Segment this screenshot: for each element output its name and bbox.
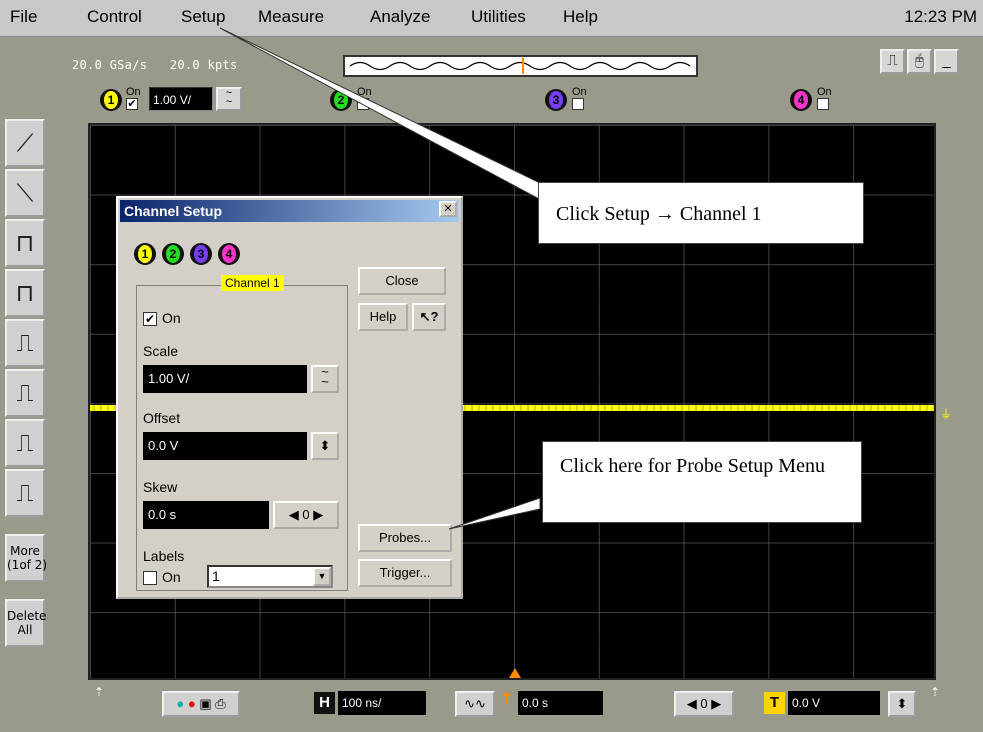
close-icon[interactable]: ✕ [439, 201, 457, 217]
labels-combo[interactable]: 1 ▼ [207, 565, 333, 588]
chevron-down-icon[interactable]: ▼ [313, 567, 331, 586]
menu-analyze[interactable]: Analyze [370, 7, 430, 27]
delay-field[interactable]: 0.0 s [518, 691, 603, 715]
skew-field[interactable]: 0.0 s [143, 501, 269, 529]
channel-1-scale-spinner[interactable]: ~ ~ [216, 87, 242, 111]
acquisition-status: 20.0 GSa/s 20.0 kpts [72, 58, 238, 72]
more-button[interactable]: More (1of 2) [5, 534, 47, 582]
waveform-overview[interactable] [343, 55, 698, 77]
menu-setup[interactable]: Setup [181, 7, 225, 27]
channel-3-badge[interactable]: 3 [545, 89, 567, 111]
stop-icon[interactable]: ● [188, 696, 196, 711]
scale-field[interactable]: 1.00 V/ [143, 365, 307, 393]
dialog-title: Channel Setup [120, 200, 459, 222]
delete-all-button[interactable]: Delete All [5, 599, 46, 647]
menu-control[interactable]: Control [87, 7, 142, 27]
labels-on-label: On [162, 569, 181, 585]
runt-trigger-icon[interactable]: ⎍ [5, 319, 45, 367]
channel-3-select[interactable]: 3 [190, 243, 212, 265]
run-controls: ● ● ▣ ⎙ [162, 691, 240, 717]
menu-utilities[interactable]: Utilities [471, 7, 526, 27]
help-button[interactable]: Help [358, 303, 408, 331]
pulse-width-trigger-icon[interactable]: ⊓ [5, 219, 45, 267]
menu-help[interactable]: Help [563, 7, 598, 27]
channel-4-select[interactable]: 4 [218, 243, 240, 265]
falling-edge-trigger-icon[interactable]: ⟍ [5, 169, 45, 217]
image-icon[interactable]: ▣ [199, 696, 211, 711]
channel-4-badge[interactable]: 4 [790, 89, 812, 111]
probes-button[interactable]: Probes... [358, 524, 452, 552]
mouse-icon[interactable]: 🖰 [907, 49, 932, 74]
offset-field[interactable]: 0.0 V [143, 432, 307, 460]
whats-this-icon[interactable]: ↖? [412, 303, 446, 331]
offset-label: Offset [143, 410, 181, 426]
channel-1-scale[interactable]: 1.00 V/ [149, 87, 213, 111]
arrow-up-icon[interactable]: ⇡ [930, 685, 940, 699]
timebase-field[interactable]: 100 ns/ [338, 691, 426, 715]
ground-reference-icon[interactable]: ⏚ [940, 405, 952, 422]
channel-4-on-toggle[interactable]: On [817, 86, 832, 110]
scale-spinner[interactable]: ~ ~ [311, 365, 339, 393]
on-checkbox[interactable]: ✔ [143, 312, 157, 326]
arrow-up-icon[interactable]: ⇡ [94, 685, 104, 699]
trigger-button[interactable]: Trigger... [358, 559, 452, 587]
channel-1-badge[interactable]: 1 [100, 89, 122, 111]
horizontal-bar: ⇡ ● ● ▣ ⎙ H 100 ns/ ∿∿ ⇡ 0.0 s ◀ 0 ▶ T 0… [88, 685, 983, 723]
minimize-button[interactable]: _ [934, 49, 959, 74]
delay-stepper[interactable]: ◀ 0 ▶ [674, 691, 734, 717]
channel-2-select[interactable]: 2 [162, 243, 184, 265]
menu-bar: File Control Setup Measure Analyze Utili… [0, 0, 983, 37]
offset-spinner[interactable]: ⬍ [311, 432, 339, 460]
glitch-trigger-icon[interactable]: ⊓ [5, 269, 45, 317]
trigger-position-marker[interactable] [509, 668, 521, 678]
rising-edge-trigger-icon[interactable]: ⟋ [5, 119, 45, 167]
channel-bar: 1 On ✔ 1.00 V/ ~ ~ 2 On 3 On 4 On [95, 83, 975, 119]
menu-file[interactable]: File [10, 7, 37, 27]
run-icon[interactable]: ● [176, 696, 184, 711]
timeout-trigger-icon[interactable]: ⎍ [5, 469, 45, 517]
timebase-spinner[interactable]: ∿∿ [455, 691, 495, 717]
on-label: On [162, 310, 181, 326]
menu-measure[interactable]: Measure [258, 7, 324, 27]
channel-setup-dialog: Channel Setup ✕ 1 2 3 4 Channel 1 ✔ On S… [116, 196, 463, 599]
trigger-level-field[interactable]: 0.0 V [788, 691, 880, 715]
labels-on-checkbox[interactable] [143, 571, 157, 585]
memory-depth: 20.0 kpts [169, 58, 238, 72]
horizontal-badge[interactable]: H [314, 692, 335, 714]
skew-stepper[interactable]: ◀ 0 ▶ [273, 501, 339, 529]
skew-label: Skew [143, 479, 178, 495]
channel-1-on-toggle[interactable]: On ✔ [126, 86, 141, 110]
probes-callout: Click here for Probe Setup Menu [542, 441, 862, 523]
trigger-delay-icon: ⇡ [500, 691, 514, 708]
setup-hold-trigger-icon[interactable]: ⎍ [5, 369, 45, 417]
channel-group: Channel 1 ✔ On Scale 1.00 V/ ~ ~ Offset 0… [136, 275, 348, 591]
trigger-badge[interactable]: T [764, 692, 785, 714]
sample-rate: 20.0 GSa/s [72, 58, 148, 72]
channel-3-on-toggle[interactable]: On [572, 86, 587, 110]
group-title: Channel 1 [221, 275, 284, 291]
pulse-icon[interactable]: ⎍ [880, 49, 905, 74]
print-icon[interactable]: ⎙ [215, 696, 225, 711]
channel-2-badge[interactable]: 2 [330, 89, 352, 111]
channel-2-on-toggle[interactable]: On [357, 86, 372, 110]
setup-callout: Click Setup → Channel 1 [538, 182, 864, 244]
trigger-level-spinner[interactable]: ⬍ [888, 691, 916, 717]
channel-1-select[interactable]: 1 [134, 243, 156, 265]
scale-label: Scale [143, 343, 179, 359]
labels-label: Labels [143, 548, 185, 564]
check-icon: ✔ [126, 98, 138, 110]
transition-trigger-icon[interactable]: ⎍ [5, 419, 45, 467]
overview-waveform [349, 58, 691, 74]
clock: 12:23 PM [904, 7, 977, 26]
close-button[interactable]: Close [358, 267, 446, 295]
